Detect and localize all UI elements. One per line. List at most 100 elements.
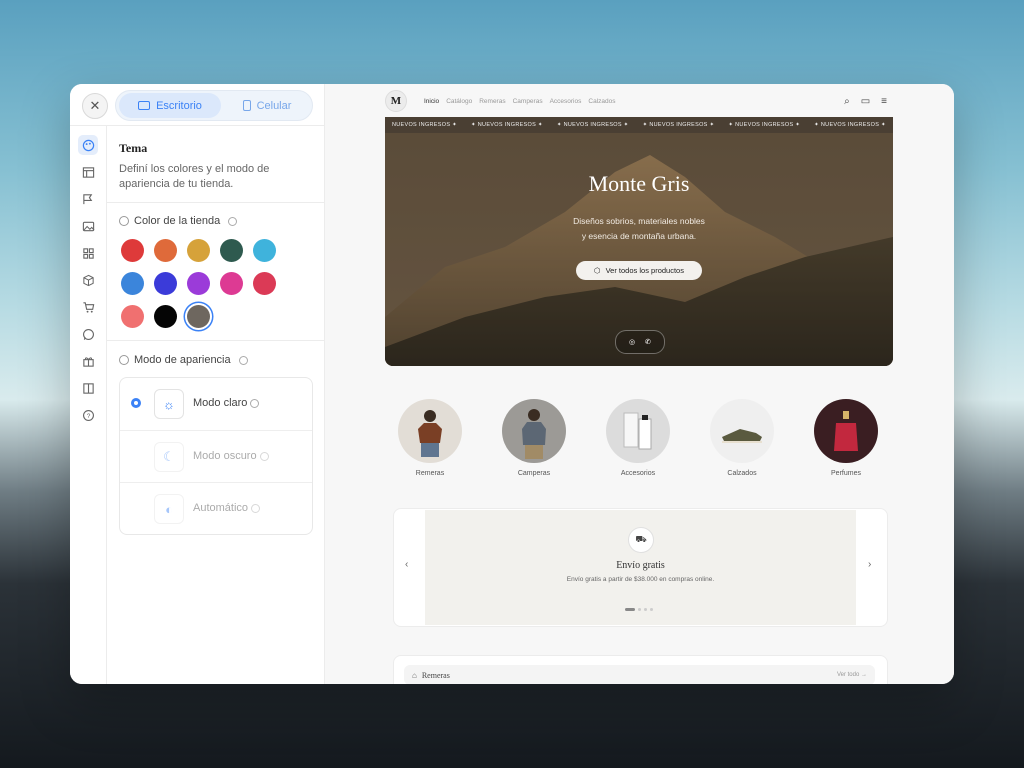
announcement-marquee: NUEVOS INGRESOS ✦ ✦ NUEVOS INGRESOS ✦ ✦ … bbox=[385, 117, 893, 133]
chevron-left-icon[interactable]: ‹ bbox=[405, 559, 408, 570]
help-icon[interactable]: ? bbox=[78, 405, 98, 425]
moon-icon: ☾ bbox=[154, 442, 184, 472]
store-logo[interactable]: M bbox=[385, 90, 407, 112]
nav-link-camperas[interactable]: Camperas bbox=[513, 98, 543, 105]
phone-icon bbox=[242, 100, 251, 111]
marquee-item: ✦ NUEVOS INGRESOS ✦ bbox=[471, 122, 543, 128]
store-preview: M Inicio Catálogo Remeras Camperas Acces… bbox=[325, 84, 954, 684]
editor-panel: ✕ Escritorio Celular ? Tema Definí los c… bbox=[70, 84, 325, 684]
hero-subtitle: Diseños sobrios, materiales nobles y ese… bbox=[539, 214, 739, 244]
color-swatch[interactable] bbox=[253, 272, 276, 295]
mode-auto-label: Automático bbox=[193, 502, 249, 514]
carousel-dot[interactable] bbox=[625, 608, 635, 611]
color-swatch[interactable] bbox=[187, 272, 210, 295]
carousel-dot[interactable] bbox=[638, 608, 641, 611]
color-swatch[interactable] bbox=[154, 272, 177, 295]
device-toggle: Escritorio Celular bbox=[115, 90, 313, 121]
search-icon[interactable]: ⌕ bbox=[844, 96, 850, 107]
carousel-dot[interactable] bbox=[650, 608, 653, 611]
nav-icons: ⌕ ▭ ≡ bbox=[844, 96, 887, 107]
color-swatch[interactable] bbox=[220, 272, 243, 295]
color-swatch[interactable] bbox=[154, 239, 177, 262]
tag-icon: ⌂ bbox=[412, 670, 417, 680]
category-image-calzados bbox=[710, 399, 774, 463]
hero-title: Monte Gris bbox=[588, 171, 690, 196]
truck-icon: ⛟ bbox=[628, 527, 654, 553]
theme-section: Tema Definí los colores y el modo de apa… bbox=[107, 126, 324, 684]
nav-link-remeras[interactable]: Remeras bbox=[479, 98, 505, 105]
radio-selected[interactable] bbox=[131, 398, 141, 408]
layout-icon[interactable] bbox=[78, 162, 98, 182]
marquee-item: ✦ NUEVOS INGRESOS ✦ bbox=[642, 122, 715, 128]
instagram-icon[interactable]: ◎ bbox=[629, 338, 635, 346]
store-color-label: Color de la tienda bbox=[119, 215, 238, 227]
mode-dark-label: Modo oscuro bbox=[193, 450, 257, 462]
category-item[interactable]: Camperas bbox=[499, 399, 569, 477]
box-icon: ⬡ bbox=[594, 266, 601, 275]
grid-icon[interactable] bbox=[78, 243, 98, 263]
category-label: Accesorios bbox=[620, 470, 656, 477]
columns-icon[interactable] bbox=[78, 378, 98, 398]
carousel-dots bbox=[625, 608, 653, 611]
category-row: Remeras Camperas Accesorios Calzados Per… bbox=[395, 399, 885, 489]
appearance-label: Modo de apariencia bbox=[119, 354, 248, 366]
whatsapp-icon[interactable]: ✆ bbox=[645, 338, 651, 346]
promo-carousel: ‹ ⛟ Envío gratis Envío gratis a partir d… bbox=[393, 508, 888, 627]
color-swatch[interactable] bbox=[154, 305, 177, 328]
nav-link-accesorios[interactable]: Accesorios bbox=[550, 98, 582, 105]
palette-icon[interactable] bbox=[78, 135, 98, 155]
category-item[interactable]: Remeras bbox=[395, 399, 465, 477]
category-item[interactable]: Calzados bbox=[707, 399, 777, 477]
category-label: Perfumes bbox=[831, 470, 861, 477]
editor-window: ✕ Escritorio Celular ? Tema Definí los c… bbox=[70, 84, 954, 684]
color-swatch[interactable] bbox=[187, 239, 210, 262]
mode-light-label: Modo claro bbox=[193, 397, 248, 409]
flag-icon[interactable] bbox=[78, 189, 98, 209]
hero-banner: NUEVOS INGRESOS ✦ ✦ NUEVOS INGRESOS ✦ ✦ … bbox=[385, 117, 893, 366]
color-swatch[interactable] bbox=[220, 239, 243, 262]
image-icon[interactable] bbox=[78, 216, 98, 236]
category-image-accesorios bbox=[606, 399, 670, 463]
category-item[interactable]: Accesorios bbox=[603, 399, 673, 477]
marquee-item: ✦ NUEVOS INGRESOS ✦ bbox=[728, 122, 801, 128]
close-button[interactable]: ✕ bbox=[82, 93, 108, 119]
appearance-modes: ☼ Modo claro ☾ Modo oscuro ◐ Automático bbox=[119, 377, 313, 535]
view-products-button[interactable]: ⬡ Ver todos los productos bbox=[576, 261, 702, 280]
chevron-right-icon[interactable]: › bbox=[868, 559, 871, 570]
category-image-remeras bbox=[398, 399, 462, 463]
mode-option-dark[interactable]: ☾ Modo oscuro bbox=[120, 430, 312, 483]
cart-icon[interactable] bbox=[78, 297, 98, 317]
carousel-dot[interactable] bbox=[644, 608, 647, 611]
gift-icon[interactable] bbox=[78, 351, 98, 371]
color-swatch[interactable] bbox=[121, 305, 144, 328]
info-icon bbox=[238, 355, 248, 365]
menu-icon[interactable]: ≡ bbox=[881, 96, 887, 107]
nav-link-catalogo[interactable]: Catálogo bbox=[446, 98, 472, 105]
color-swatch[interactable] bbox=[121, 272, 144, 295]
category-item[interactable]: Perfumes bbox=[811, 399, 881, 477]
see-all-link[interactable]: Ver todo → bbox=[837, 672, 867, 678]
mode-option-auto[interactable]: ◐ Automático bbox=[120, 482, 312, 535]
info-icon bbox=[251, 503, 261, 513]
products-section-header: ⌂ Remeras Ver todo → bbox=[404, 665, 875, 684]
whatsapp-icon[interactable] bbox=[78, 324, 98, 344]
info-icon bbox=[228, 216, 238, 226]
category-image-camperas bbox=[502, 399, 566, 463]
tab-mobile[interactable]: Celular bbox=[224, 93, 310, 118]
category-label: Calzados bbox=[727, 470, 757, 477]
color-swatch[interactable] bbox=[121, 239, 144, 262]
marquee-item: ✦ NUEVOS INGRESOS ✦ bbox=[814, 122, 886, 128]
social-links: ◎ ✆ bbox=[615, 330, 665, 354]
tab-desktop[interactable]: Escritorio bbox=[119, 93, 221, 118]
color-swatch[interactable] bbox=[187, 305, 210, 328]
category-label: Camperas bbox=[517, 470, 551, 477]
bag-icon[interactable]: ▭ bbox=[861, 96, 870, 107]
palette-small-icon bbox=[119, 216, 129, 226]
promo-title: Envío gratis bbox=[616, 560, 665, 571]
box-icon[interactable] bbox=[78, 270, 98, 290]
color-swatch[interactable] bbox=[253, 239, 276, 262]
nav-link-inicio[interactable]: Inicio bbox=[424, 98, 439, 105]
nav-link-calzados[interactable]: Calzados bbox=[588, 98, 615, 105]
mode-option-light[interactable]: ☼ Modo claro bbox=[120, 378, 312, 430]
sun-small-icon bbox=[119, 355, 129, 365]
